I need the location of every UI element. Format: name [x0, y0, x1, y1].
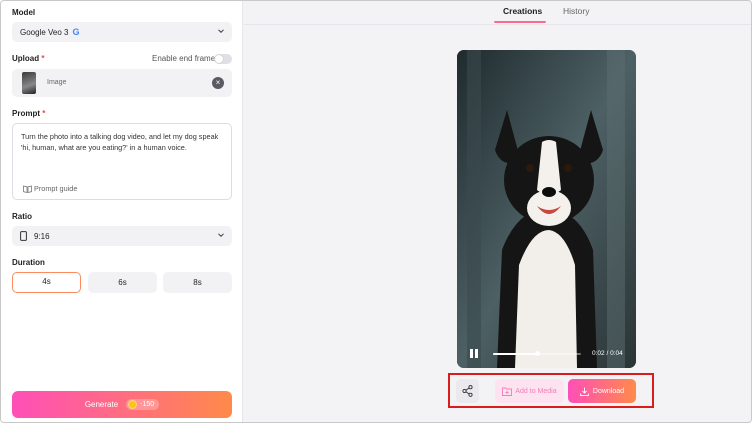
toggle-knob: [215, 55, 223, 63]
chevron-down-icon: [218, 233, 224, 238]
generate-label: Generate: [84, 400, 119, 409]
credit-cost: -150: [140, 401, 155, 408]
result-tabs: Creations History: [244, 1, 751, 25]
uploaded-file-name: Image: [47, 79, 67, 86]
share-icon: [462, 385, 473, 397]
chevron-down-icon: [218, 29, 224, 34]
video-player[interactable]: 0:02 / 0:04: [457, 50, 636, 368]
pause-icon[interactable]: [470, 349, 478, 358]
ratio-selected-value: 9:16: [34, 231, 50, 241]
folder-plus-icon: [502, 387, 513, 396]
app-window: Model Google Veo 3 G Upload * Enable end…: [0, 0, 752, 423]
duration-option-4s[interactable]: 4s: [12, 272, 81, 293]
share-button[interactable]: [456, 379, 479, 403]
prompt-label: Prompt *: [12, 109, 45, 118]
upload-label: Upload *: [12, 54, 44, 63]
model-select[interactable]: Google Veo 3 G: [12, 22, 232, 42]
playback-time: 0:02 / 0:04: [592, 350, 623, 357]
download-icon: [580, 387, 589, 396]
video-frame-dog: [457, 50, 636, 368]
credit-cost-badge: -150: [126, 399, 160, 410]
progress-track[interactable]: [493, 351, 581, 356]
portrait-ratio-icon: [20, 231, 27, 241]
end-frame-label: Enable end frame: [152, 54, 216, 63]
add-to-media-label: Add to Media: [515, 387, 557, 395]
book-icon: [23, 184, 32, 193]
progress-handle[interactable]: [534, 351, 540, 356]
prompt-textarea[interactable]: Turn the photo into a talking dog video,…: [12, 123, 232, 200]
ratio-select[interactable]: 9:16: [12, 226, 232, 246]
model-selected-value: Google Veo 3: [20, 27, 69, 37]
generate-button[interactable]: Generate -150: [12, 391, 232, 418]
end-frame-toggle[interactable]: [214, 54, 232, 64]
required-mark: *: [41, 54, 45, 63]
uploaded-file[interactable]: Image ×: [12, 69, 232, 97]
progress-fill: [493, 353, 537, 355]
tab-history[interactable]: History: [563, 6, 589, 16]
prompt-label-text: Prompt: [12, 109, 40, 118]
coin-icon: [128, 400, 138, 409]
download-button[interactable]: Download: [568, 379, 636, 403]
prompt-guide-link[interactable]: Prompt guide: [23, 184, 77, 193]
upload-label-text: Upload: [12, 54, 40, 63]
prompt-guide-label: Prompt guide: [34, 184, 78, 193]
duration-label: Duration: [12, 258, 45, 267]
duration-option-8s[interactable]: 8s: [163, 272, 232, 293]
prompt-text: Turn the photo into a talking dog video,…: [21, 132, 219, 152]
ratio-label: Ratio: [12, 212, 32, 221]
player-controls: 0:02 / 0:04: [457, 340, 636, 368]
active-tab-indicator: [494, 21, 546, 23]
duration-option-6s[interactable]: 6s: [88, 272, 157, 293]
model-label: Model: [12, 8, 36, 17]
download-label: Download: [592, 387, 625, 395]
google-g-icon: G: [72, 27, 80, 37]
required-mark: *: [42, 109, 46, 118]
tab-creations[interactable]: Creations: [503, 6, 542, 16]
remove-upload-button[interactable]: ×: [212, 77, 224, 89]
settings-panel: Model Google Veo 3 G Upload * Enable end…: [1, 1, 243, 422]
image-thumbnail: [22, 72, 36, 94]
add-to-media-button[interactable]: Add to Media: [495, 379, 564, 403]
